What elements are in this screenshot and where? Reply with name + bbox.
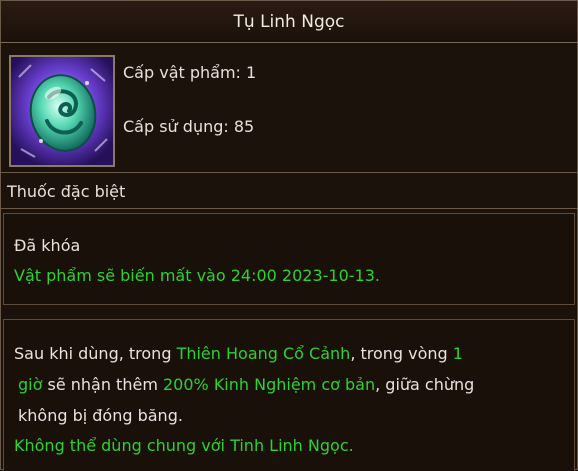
item-level-label: Cấp vật phẩm: 1 bbox=[123, 63, 257, 82]
jade-orb-icon bbox=[11, 57, 113, 165]
description-segment: , giữa chừng bbox=[375, 375, 475, 394]
incompatibility-warning: Không thể dùng chung với Tinh Linh Ngọc. bbox=[14, 436, 354, 455]
description-segment: 1 bbox=[452, 344, 463, 363]
description-panel: Sau khi dùng, trong Thiên Hoang Cổ Cảnh,… bbox=[3, 319, 575, 471]
description-line-1: Sau khi dùng, trong Thiên Hoang Cổ Cảnh,… bbox=[14, 344, 463, 363]
item-tooltip: Tụ Linh Ngọc Cấp vật phẩm: 1 Cấp sử dụng… bbox=[0, 0, 578, 471]
lock-status-panel: Đã khóa Vật phẩm sẽ biến mất vào 24:00 2… bbox=[3, 213, 575, 305]
use-level-label: Cấp sử dụng: 85 bbox=[123, 117, 255, 136]
description-line-3: không bị đóng băng. bbox=[18, 406, 183, 425]
item-name-bar: Tụ Linh Ngọc bbox=[1, 1, 577, 43]
description-segment: Thiên Hoang Cổ Cảnh bbox=[176, 344, 351, 363]
description-segment: 200% Kinh Nghiệm cơ bản bbox=[162, 375, 376, 394]
description-line-2: giờ sẽ nhận thêm 200% Kinh Nghiệm cơ bản… bbox=[18, 375, 474, 394]
item-icon-slot[interactable] bbox=[9, 55, 115, 167]
description-segment: , trong vòng bbox=[350, 344, 453, 363]
description-segment: sẽ nhận thêm bbox=[42, 375, 163, 394]
locked-label: Đã khóa bbox=[14, 236, 81, 255]
item-name: Tụ Linh Ngọc bbox=[233, 11, 345, 32]
description-segment: Sau khi dùng, trong bbox=[14, 344, 177, 363]
item-type-label: Thuốc đặc biệt bbox=[7, 182, 126, 201]
item-info-block: Cấp vật phẩm: 1 Cấp sử dụng: 85 bbox=[1, 45, 577, 173]
item-type-row: Thuốc đặc biệt bbox=[1, 175, 577, 209]
description-segment: giờ bbox=[18, 375, 43, 394]
expiry-text: Vật phẩm sẽ biến mất vào 24:00 2023-10-1… bbox=[14, 266, 380, 285]
description-segment: không bị đóng băng. bbox=[18, 406, 183, 425]
